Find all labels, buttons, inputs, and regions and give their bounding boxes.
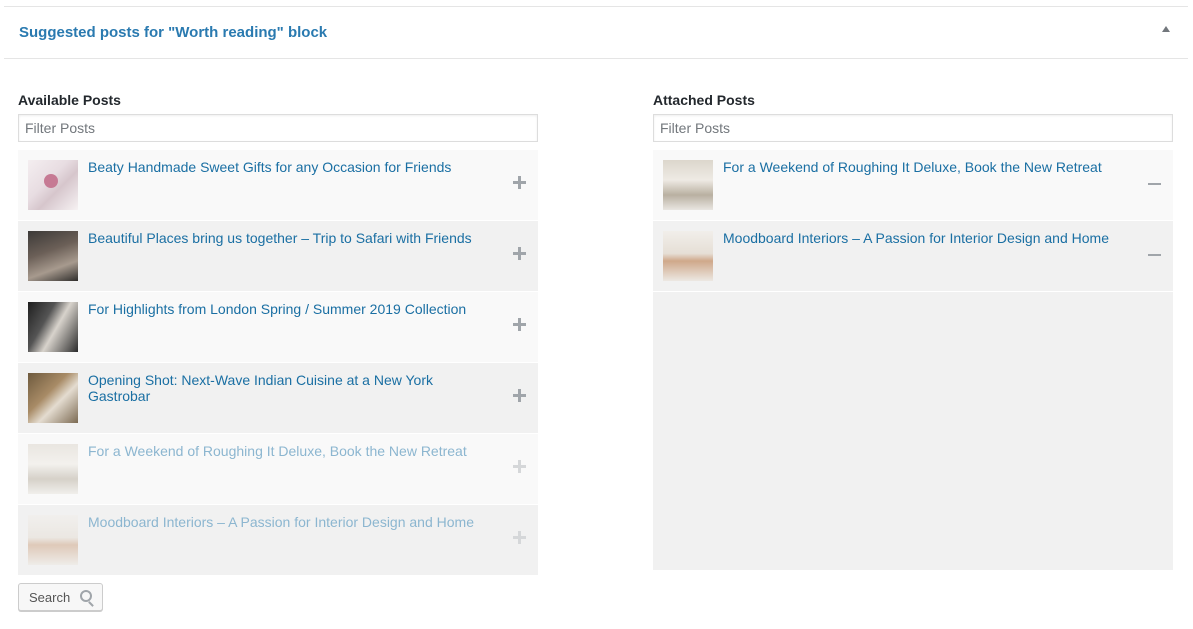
available-post-item[interactable]: Beautiful Places bring us together – Tri… [18,221,538,292]
available-post-item-attached: For a Weekend of Roughing It Deluxe, Boo… [18,434,538,505]
interior-thumbnail [663,231,713,281]
metabox-title: Suggested posts for "Worth reading" bloc… [19,24,328,41]
post-title[interactable]: For Highlights from London Spring / Summ… [88,301,488,317]
available-post-item[interactable]: For Highlights from London Spring / Summ… [18,292,538,363]
retreat-thumbnail [28,444,78,494]
add-post-plus-icon[interactable] [513,318,526,331]
post-title[interactable]: Beautiful Places bring us together – Tri… [88,230,488,246]
add-post-plus-icon[interactable] [513,389,526,402]
post-title: For a Weekend of Roughing It Deluxe, Boo… [88,443,467,459]
collapse-toggle-icon[interactable] [1162,26,1170,32]
safari-thumbnail [28,231,78,281]
post-title[interactable]: Beaty Handmade Sweet Gifts for any Occas… [88,159,488,175]
add-post-plus-icon [513,531,526,544]
flowers-thumbnail [28,160,78,210]
post-title: Moodboard Interiors – A Passion for Inte… [88,514,474,530]
post-title[interactable]: Opening Shot: Next-Wave Indian Cuisine a… [88,372,488,404]
attached-posts-heading: Attached Posts [653,92,755,108]
remove-post-minus-icon[interactable] [1148,183,1161,185]
add-post-plus-icon [513,460,526,473]
available-post-item[interactable]: Beaty Handmade Sweet Gifts for any Occas… [18,150,538,221]
magnifier-icon [80,590,92,602]
attached-filter-input[interactable] [653,114,1173,142]
attached-post-item[interactable]: Moodboard Interiors – A Passion for Inte… [653,221,1173,292]
retreat-thumbnail [663,160,713,210]
add-post-plus-icon[interactable] [513,176,526,189]
fashion-thumbnail [28,302,78,352]
available-post-item[interactable]: Opening Shot: Next-Wave Indian Cuisine a… [18,363,538,434]
remove-post-minus-icon[interactable] [1148,254,1161,256]
available-posts-list: Beaty Handmade Sweet Gifts for any Occas… [18,150,538,576]
available-posts-heading: Available Posts [18,92,121,108]
post-title[interactable]: For a Weekend of Roughing It Deluxe, Boo… [723,159,1143,175]
attached-posts-list: For a Weekend of Roughing It Deluxe, Boo… [653,150,1173,570]
search-button-label: Search [29,589,71,605]
search-button[interactable]: Search [18,583,103,611]
metabox-header[interactable]: Suggested posts for "Worth reading" bloc… [4,7,1188,59]
available-post-item-attached: Moodboard Interiors – A Passion for Inte… [18,505,538,576]
available-filter-input[interactable] [18,114,538,142]
interior-thumbnail [28,515,78,565]
post-title[interactable]: Moodboard Interiors – A Passion for Inte… [723,230,1143,246]
add-post-plus-icon[interactable] [513,247,526,260]
cuisine-thumbnail [28,373,78,423]
attached-post-item[interactable]: For a Weekend of Roughing It Deluxe, Boo… [653,150,1173,221]
